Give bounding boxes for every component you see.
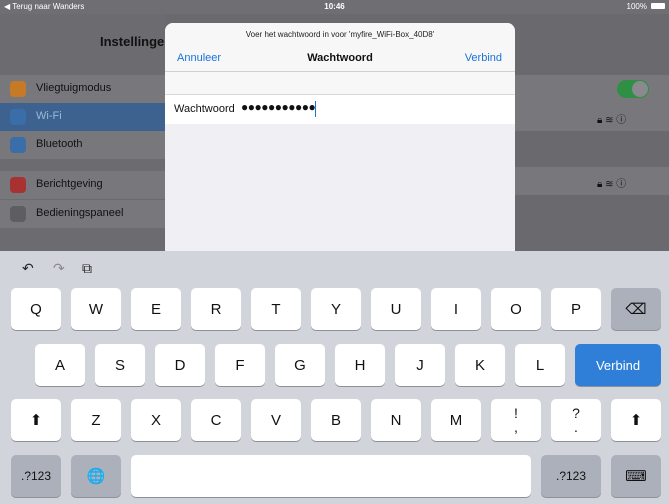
paste-icon[interactable]: ⧉: [82, 260, 92, 277]
space-bar[interactable]: [131, 455, 531, 497]
sidebar-item-label: Wi-Fi: [36, 110, 62, 122]
key-s[interactable]: S: [95, 344, 145, 386]
key-bottom-char: .: [574, 419, 578, 435]
clock: 10:46: [324, 2, 345, 11]
key-y[interactable]: Y: [311, 288, 361, 330]
key-e[interactable]: E: [131, 288, 181, 330]
key-b[interactable]: B: [311, 399, 361, 441]
key-q[interactable]: Q: [11, 288, 61, 330]
notification-icon: [10, 177, 26, 193]
sidebar-item-label: Bedieningspaneel: [36, 207, 124, 219]
hide-keyboard-icon[interactable]: ⌨: [611, 455, 661, 497]
lock-wifi-info-icon: 🔒︎ ≋ ⓘ: [597, 179, 627, 190]
key-d[interactable]: D: [155, 344, 205, 386]
airplane-toggle[interactable]: [617, 80, 649, 98]
key-u[interactable]: U: [371, 288, 421, 330]
lock-wifi-info-icon: 🔒︎ ≋ ⓘ: [597, 115, 627, 126]
sidebar-item-bluetooth[interactable]: Bluetooth: [0, 131, 165, 159]
sidebar-item-label: Bluetooth: [36, 138, 83, 150]
sidebar-item-airplane[interactable]: Vliegtuigmodus: [0, 75, 165, 103]
password-field[interactable]: Wachtwoord ●●●●●●●●●●●: [165, 94, 515, 125]
password-dialog: Voer het wachtwoord in voor 'myfire_WiFi…: [165, 23, 515, 255]
key-z[interactable]: Z: [71, 399, 121, 441]
dialog-header: Voer het wachtwoord in voor 'myfire_WiFi…: [165, 23, 515, 72]
dialog-prompt: Voer het wachtwoord in voor 'myfire_WiFi…: [245, 30, 435, 39]
dialog-title: Wachtwoord: [307, 52, 373, 64]
key-c[interactable]: C: [191, 399, 241, 441]
key-a[interactable]: A: [35, 344, 85, 386]
globe-icon[interactable]: 🌐: [71, 455, 121, 497]
return-key[interactable]: Verbind: [575, 344, 661, 386]
key-w[interactable]: W: [71, 288, 121, 330]
key-bottom-char: ,: [514, 419, 518, 435]
sidebar-item-wifi[interactable]: Wi-Fi: [0, 103, 165, 131]
key-n[interactable]: N: [371, 399, 421, 441]
key-top-char: !: [514, 405, 518, 421]
key-t[interactable]: T: [251, 288, 301, 330]
battery-percentage: 100%: [626, 2, 647, 11]
wifi-icon: [10, 109, 26, 125]
key-f[interactable]: F: [215, 344, 265, 386]
password-value[interactable]: ●●●●●●●●●●●: [241, 100, 316, 114]
keyboard: ↶ ↷ ⧉ Q W E R T Y U I O P ⌫ A S D F G H …: [0, 251, 669, 504]
sidebar-item-label: Vliegtuigmodus: [36, 82, 112, 94]
dialog-body: [165, 124, 515, 255]
shift-key-right[interactable]: ⬆: [611, 399, 661, 441]
key-x[interactable]: X: [131, 399, 181, 441]
sidebar-item-control-center[interactable]: Bedieningspaneel: [0, 200, 165, 228]
sidebar-item-notifications[interactable]: Berichtgeving: [0, 171, 165, 199]
undo-icon[interactable]: ↶: [22, 260, 34, 277]
airplane-icon: [10, 81, 26, 97]
password-label: Wachtwoord: [174, 103, 235, 115]
text-cursor: [315, 101, 316, 117]
key-p[interactable]: P: [551, 288, 601, 330]
status-bar: ◀ Terug naar Wanders 10:46 100%: [0, 0, 669, 14]
key-exclaim-comma[interactable]: !,: [491, 399, 541, 441]
key-g[interactable]: G: [275, 344, 325, 386]
settings-sidebar: Instellingen Vliegtuigmodus Wi-Fi Blueto…: [0, 14, 172, 254]
key-r[interactable]: R: [191, 288, 241, 330]
key-h[interactable]: H: [335, 344, 385, 386]
numbers-key-right[interactable]: .?123: [541, 455, 601, 497]
key-i[interactable]: I: [431, 288, 481, 330]
key-l[interactable]: L: [515, 344, 565, 386]
numbers-key-left[interactable]: .?123: [11, 455, 61, 497]
sidebar-item-label: Berichtgeving: [36, 178, 103, 190]
key-o[interactable]: O: [491, 288, 541, 330]
control-center-icon: [10, 206, 26, 222]
delete-key[interactable]: ⌫: [611, 288, 661, 330]
key-k[interactable]: K: [455, 344, 505, 386]
key-v[interactable]: V: [251, 399, 301, 441]
key-question-period[interactable]: ?.: [551, 399, 601, 441]
key-m[interactable]: M: [431, 399, 481, 441]
key-top-char: ?: [572, 405, 580, 421]
bluetooth-icon: [10, 137, 26, 153]
join-button[interactable]: Verbind: [465, 52, 502, 64]
shift-key-left[interactable]: ⬆: [11, 399, 61, 441]
settings-title: Instellingen: [100, 34, 173, 49]
battery-icon: [651, 3, 665, 9]
redo-icon[interactable]: ↷: [53, 260, 65, 277]
key-j[interactable]: J: [395, 344, 445, 386]
